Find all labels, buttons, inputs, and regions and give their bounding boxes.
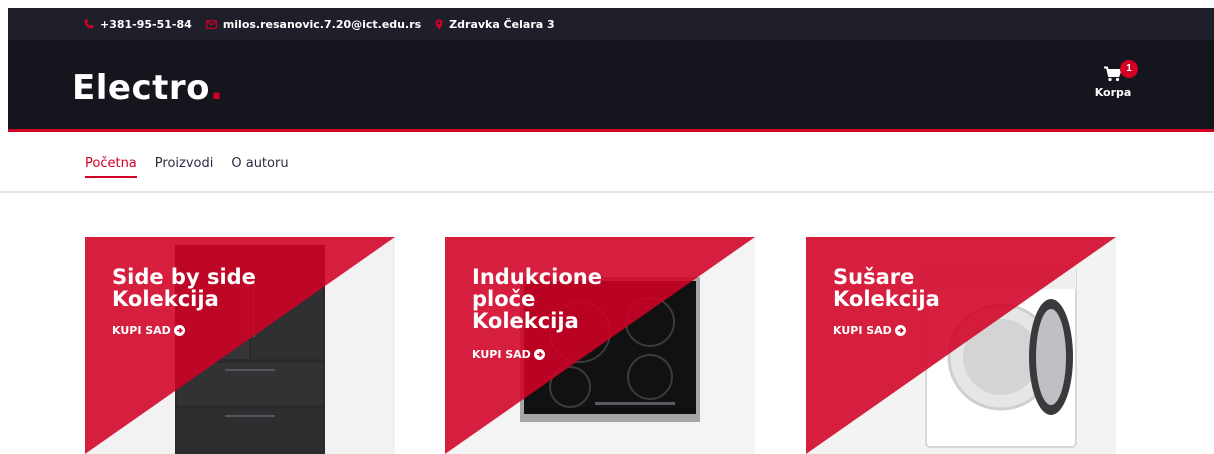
site-logo[interactable]: Electro.: [72, 68, 223, 108]
logo-dot: .: [209, 68, 224, 108]
email-contact[interactable]: milos.resanovic.7.20@ict.edu.rs: [205, 17, 422, 31]
shop-now-label: KUPI SAD: [472, 348, 531, 361]
cart-button[interactable]: 1 Korpa: [1088, 60, 1138, 112]
top-info-bar: +381-95-51-84 milos.resanovic.7.20@ict.e…: [8, 8, 1214, 40]
arrow-circle-right-icon: [894, 325, 906, 336]
shop-now-label: KUPI SAD: [112, 324, 171, 337]
cart-count-badge: 1: [1120, 60, 1138, 78]
phone-text: +381-95-51-84: [100, 17, 192, 31]
arrow-circle-right-icon: [533, 349, 545, 360]
shop-now-link[interactable]: KUPI SAD: [833, 324, 906, 337]
address-text: Zdravka Čelara 3: [449, 17, 555, 31]
address-contact[interactable]: Zdravka Čelara 3: [435, 18, 555, 31]
cart-label: Korpa: [1094, 86, 1132, 99]
phone-contact[interactable]: +381-95-51-84: [84, 18, 192, 31]
email-text: milos.resanovic.7.20@ict.edu.rs: [222, 17, 422, 31]
arrow-circle-right-icon: [173, 325, 185, 336]
nav-item-o-autoru[interactable]: O autoru: [231, 156, 288, 178]
main-navigation: Početna Proizvodi O autoru: [0, 135, 1214, 193]
phone-icon: [84, 19, 94, 29]
collection-title: Side by side Kolekcija: [112, 265, 256, 311]
collection-title: Indukcione ploče Kolekcija: [472, 265, 602, 333]
shop-now-label: KUPI SAD: [833, 324, 892, 337]
main-header: Electro. 1 Korpa: [8, 40, 1214, 132]
nav-item-pocetna[interactable]: Početna: [85, 156, 137, 178]
collection-card-induction[interactable]: Indukcione ploče Kolekcija KUPI SAD: [445, 237, 755, 454]
collection-title: Sušare Kolekcija: [833, 265, 940, 311]
shop-now-link[interactable]: KUPI SAD: [472, 348, 545, 361]
nav-item-proizvodi[interactable]: Proizvodi: [155, 156, 214, 178]
collection-card-side-by-side[interactable]: Side by side Kolekcija KUPI SAD: [85, 237, 395, 454]
shop-now-link[interactable]: KUPI SAD: [112, 324, 185, 337]
collection-card-dryer[interactable]: Sušare Kolekcija KUPI SAD: [806, 237, 1116, 454]
logo-text: Electro: [72, 68, 210, 108]
envelope-icon: [205, 19, 217, 29]
map-marker-icon: [435, 19, 443, 30]
